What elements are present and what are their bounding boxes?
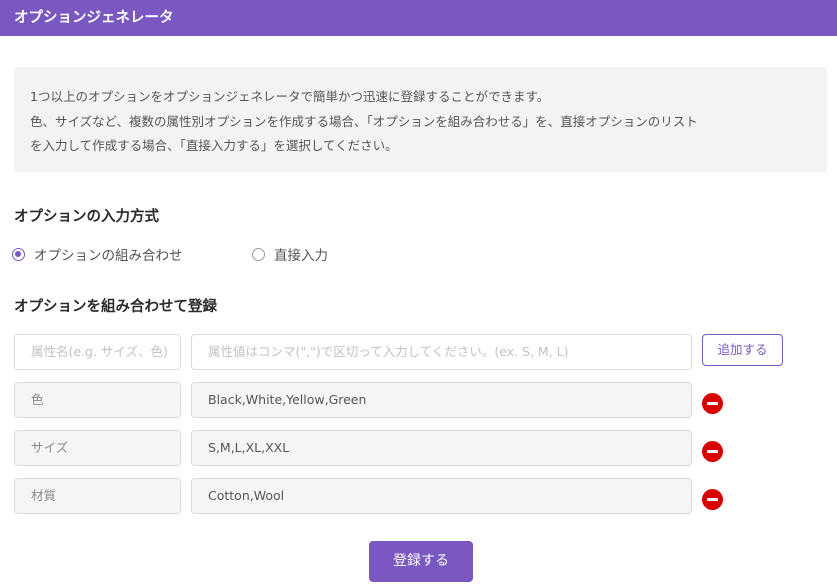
radio-combination-label: オプションの組み合わせ	[34, 248, 183, 264]
add-attribute-button[interactable]: 追加する	[702, 334, 783, 366]
input-method-title: オプションの入力方式	[14, 209, 159, 225]
remove-row-icon[interactable]	[702, 393, 723, 414]
attribute-values-field[interactable]: Cotton,Wool	[191, 478, 692, 514]
info-line: 1つ以上のオプションをオプションジェネレータで簡単かつ迅速に登録することができま…	[30, 89, 550, 104]
radio-direct-input[interactable]: 直接入力	[252, 244, 328, 264]
radio-direct-input-label: 直接入力	[274, 248, 328, 264]
radio-unchecked-icon[interactable]	[252, 247, 265, 261]
attribute-name-field[interactable]: 色	[14, 382, 181, 418]
radio-checked-icon[interactable]	[12, 247, 25, 261]
combine-section-title: オプションを組み合わせて登録	[14, 299, 217, 315]
remove-row-icon[interactable]	[702, 441, 723, 462]
attribute-name-input[interactable]: 属性名(e.g. サイズ、色)	[14, 334, 181, 370]
attribute-values-field[interactable]: S,M,L,XL,XXL	[191, 430, 692, 466]
page-title: オプションジェネレータ	[14, 10, 174, 26]
attribute-value-input[interactable]: 属性値はコンマ(",")で区切って入力してください。(ex. S, M, L)	[191, 334, 692, 370]
radio-combination[interactable]: オプションの組み合わせ	[12, 244, 183, 264]
info-line: を入力して作成する場合、「直接入力する」を選択してください。	[30, 138, 398, 153]
remove-row-icon[interactable]	[702, 489, 723, 510]
app-header: オプションジェネレータ	[0, 0, 837, 36]
attribute-values-field[interactable]: Black,White,Yellow,Green	[191, 382, 692, 418]
attribute-name-field[interactable]: 材質	[14, 478, 181, 514]
info-box: 1つ以上のオプションをオプションジェネレータで簡単かつ迅速に登録することができま…	[14, 67, 827, 172]
info-line: 色、サイズなど、複数の属性別オプションを作成する場合、「オプションを組み合わせる…	[30, 113, 698, 129]
attribute-name-field[interactable]: サイズ	[14, 430, 181, 466]
submit-button[interactable]: 登録する	[369, 541, 473, 582]
